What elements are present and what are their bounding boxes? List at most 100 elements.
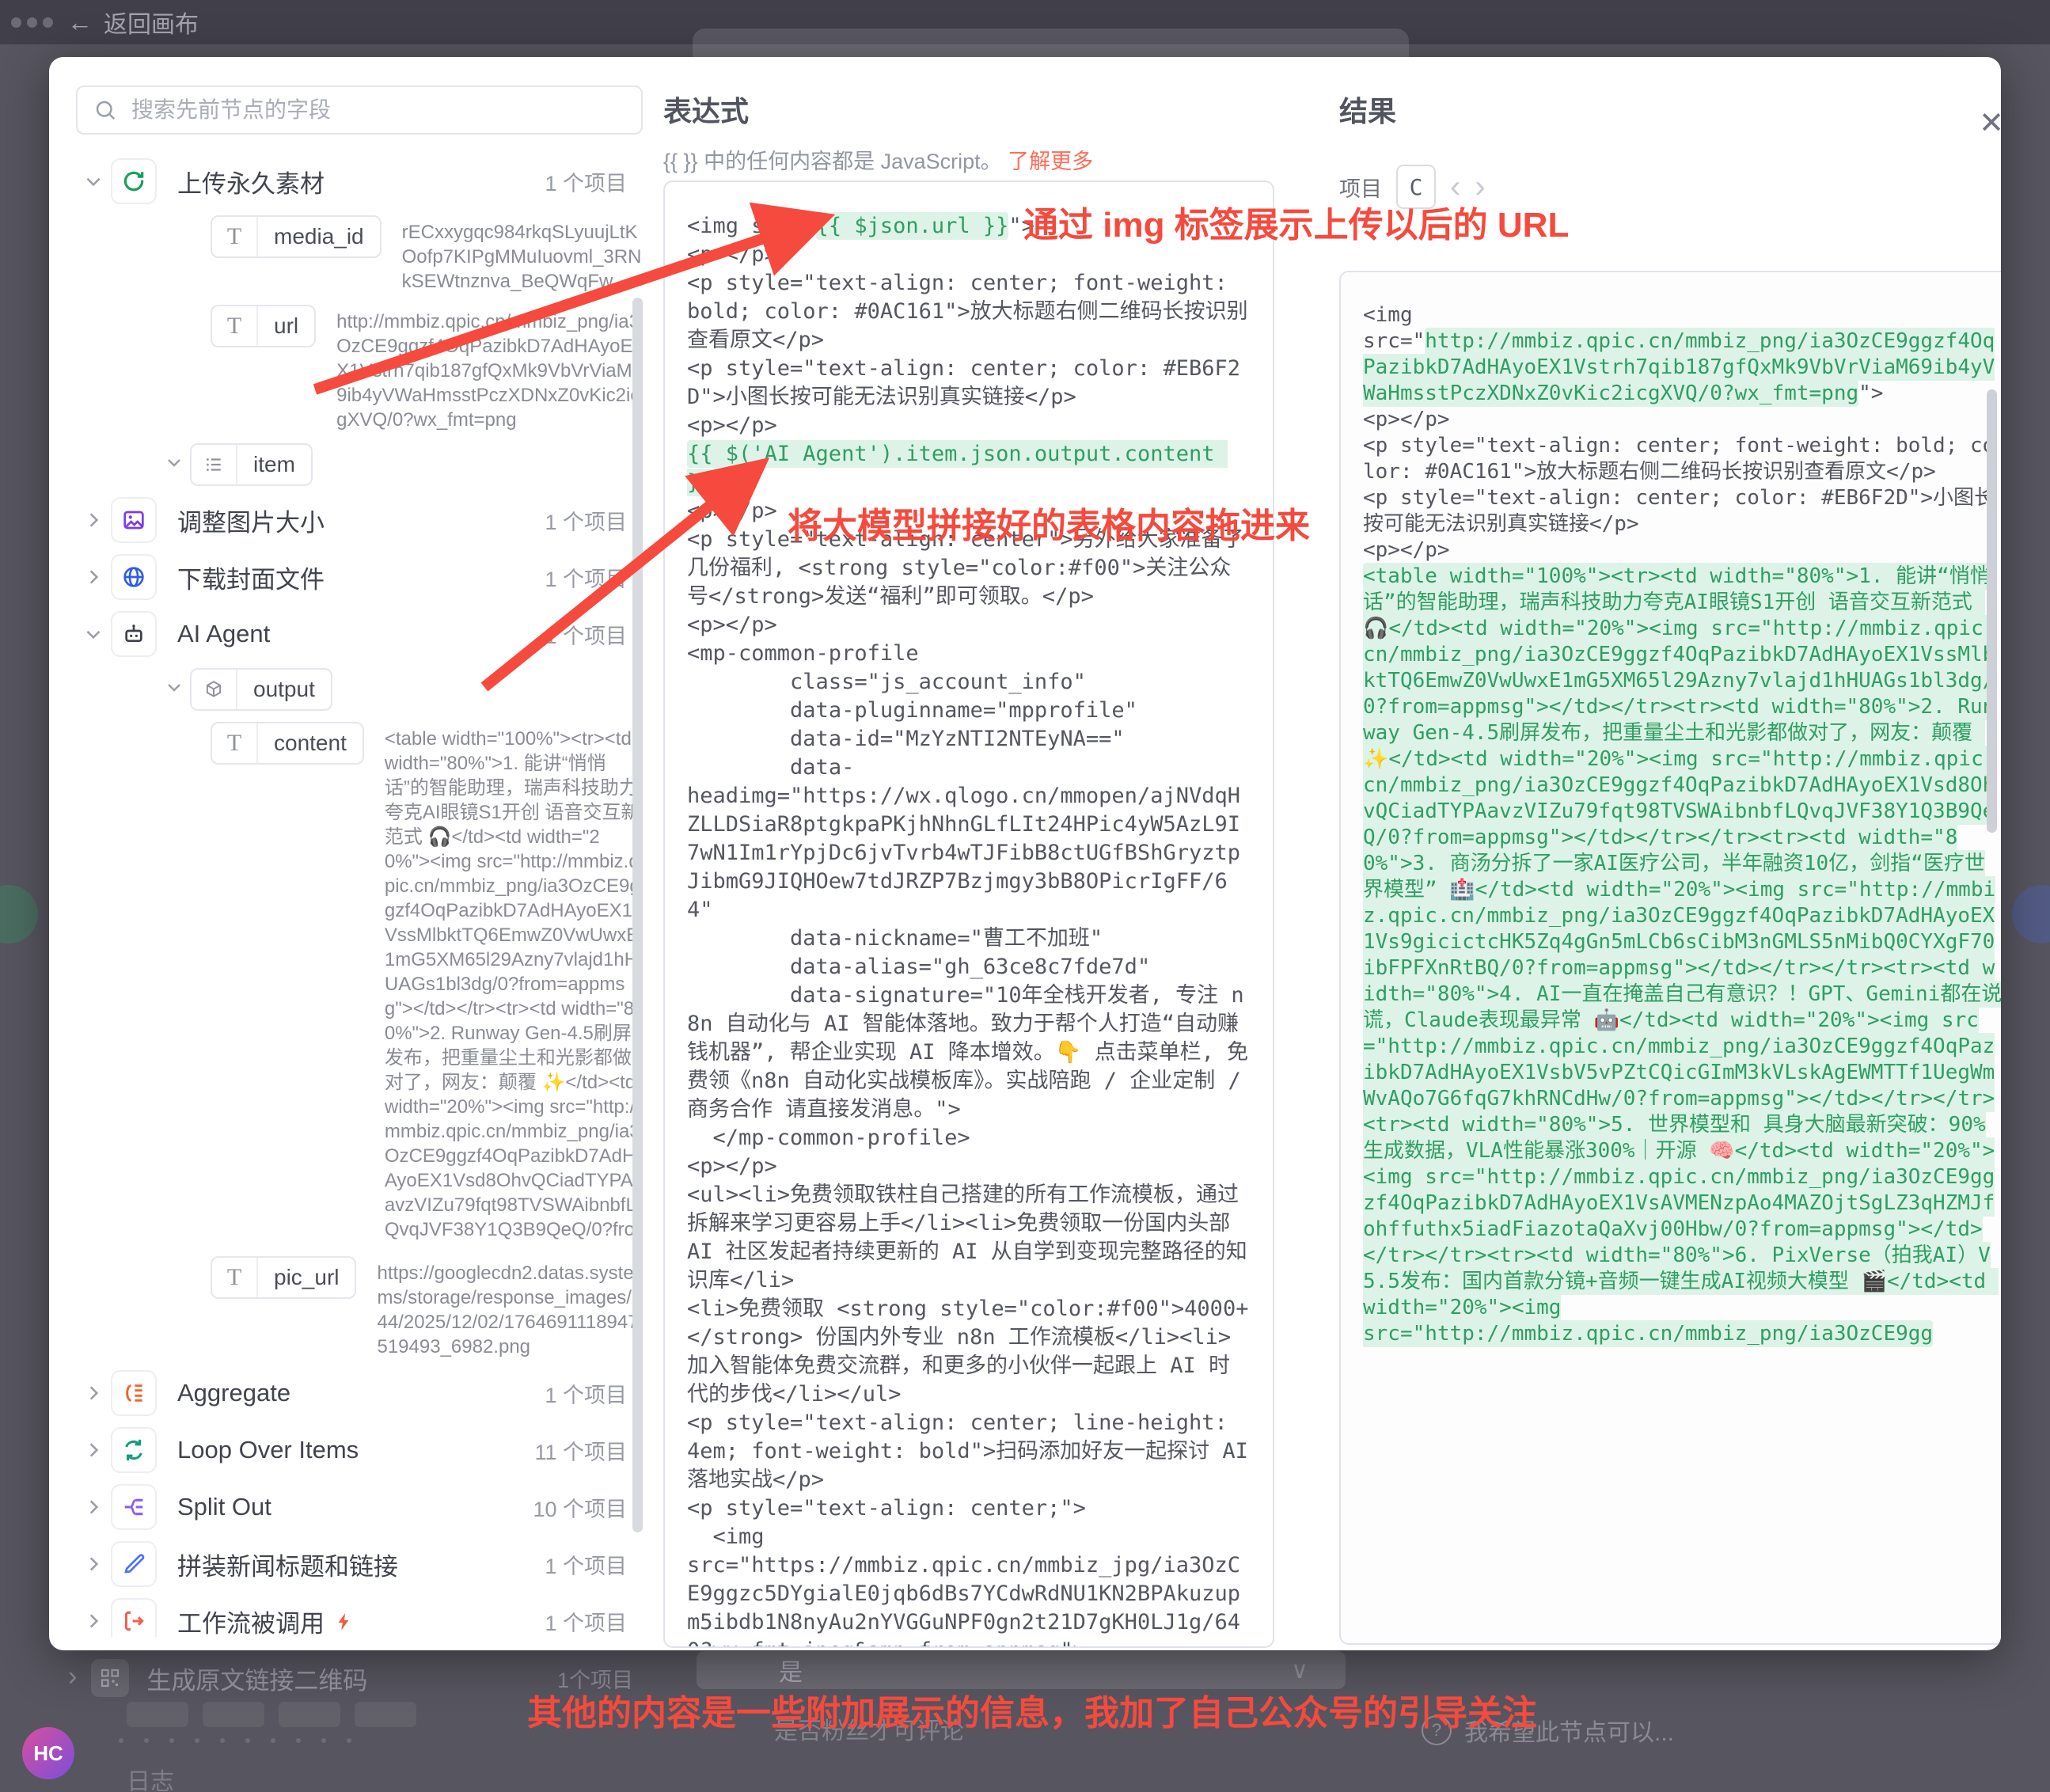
left-scrollbar[interactable]: [632, 298, 643, 1532]
search-box[interactable]: [76, 85, 643, 135]
node-iconbox: [111, 497, 157, 543]
back-arrow-icon: ←: [67, 8, 93, 37]
node-iconbox: [111, 1541, 157, 1587]
tree-node-row[interactable]: 下载封面文件 1 个项目: [76, 554, 643, 600]
dim-canvas-node: [355, 1702, 416, 1727]
logs-label: 日志: [127, 1762, 174, 1792]
field-pill[interactable]: Tcontent: [211, 722, 364, 765]
search-icon: [93, 98, 117, 122]
back-to-canvas-button[interactable]: ← 返回画布: [67, 5, 199, 40]
tree-field-row[interactable]: item: [76, 443, 643, 486]
tree-node-row[interactable]: Loop Over Items 11 个项目: [76, 1427, 643, 1473]
node-chevron[interactable]: [76, 171, 111, 192]
code-text: "> <p></p> <p style="text-align: center;…: [1363, 382, 1995, 562]
canvas-node-globe-icon: [2012, 885, 2050, 943]
text-type-icon: T: [227, 313, 241, 340]
field-name: content: [258, 731, 363, 756]
node-iconbox: [111, 1598, 157, 1637]
code-text: <p></p> <p style="text-align: center">另外…: [687, 499, 1261, 1648]
chevron-down-icon: [165, 678, 184, 697]
field-chevron[interactable]: [158, 678, 190, 697]
code-text: "> <p></p> <p style="text-align: center;…: [687, 214, 1248, 438]
field-pill[interactable]: item: [190, 443, 313, 486]
tree-field-row[interactable]: Tcontent <table width="100%"><tr><td widt…: [76, 722, 643, 1245]
expression-editor[interactable]: <img src="{{ $json.url }}"> <p></p> <p s…: [663, 180, 1274, 1648]
node-chevron[interactable]: [76, 1554, 111, 1574]
item-count: 1 个项目: [545, 1378, 627, 1409]
tree-field-row[interactable]: Tmedia_idrECxxygqc984rkqSLyuujLtKOofp7KI…: [76, 215, 643, 294]
text-type-icon: T: [227, 730, 241, 757]
highlighted-expression: <table width="100%"><tr><td width="80%">…: [1363, 563, 2001, 1347]
field-pill[interactable]: Turl: [211, 305, 316, 347]
node-label: 下载封面文件: [177, 560, 325, 595]
dim-connection-dots: [119, 1738, 351, 1743]
chevron-right-icon: [83, 510, 104, 530]
comment-permission-select[interactable]: 是 ∨: [697, 1651, 1346, 1689]
node-chevron[interactable]: [76, 624, 111, 644]
app-root: ← 返回画布 › 生成原文链接二维码 1个项目 是 ∨ 是否粉丝才可评论 ? 我…: [0, 0, 2050, 1792]
text-type-icon: T: [227, 1264, 241, 1291]
node-label: Loop Over Items: [177, 1436, 359, 1464]
item-count: 1 个项目: [545, 562, 627, 593]
tree-node-row[interactable]: 上传永久素材1 个项目: [76, 158, 643, 204]
n8n-logo-icon: [11, 17, 53, 28]
loop-teal-icon: [121, 1437, 146, 1463]
tree-field-row[interactable]: Tpic_urlhttps://googlecdn2.datas.systems…: [76, 1256, 643, 1359]
search-input[interactable]: [130, 97, 576, 123]
tree-node-row[interactable]: AI Agent1 个项目: [76, 611, 643, 657]
node-chevron[interactable]: [76, 510, 111, 530]
robot-dark-icon: [121, 621, 146, 647]
expression-panel: 表达式 {{ }} 中的任何内容都是 JavaScript。 了解更多 <img…: [663, 89, 1274, 1648]
tree-node-row[interactable]: Aggregate1 个项目: [76, 1370, 643, 1416]
item-count: 1 个项目: [545, 505, 627, 536]
node-chevron[interactable]: [76, 1440, 111, 1460]
node-chevron[interactable]: [76, 1611, 111, 1631]
tree-field-row[interactable]: Turlhttp://mmbiz.qpic.cn/mmbiz_png/ia3Oz…: [76, 305, 643, 432]
node-chevron[interactable]: [76, 1497, 111, 1517]
chevron-right-icon: [83, 1611, 104, 1631]
tree-node-row[interactable]: 拼装新闻标题和链接1 个项目: [76, 1541, 643, 1587]
node-iconbox: [111, 1427, 157, 1473]
result-title: 结果: [1339, 89, 2001, 130]
result-panel: 结果 ✕ 项目 C ‹ › <img src="http://mmbiz.qpi…: [1339, 89, 2001, 1648]
result-scrollbar[interactable]: [1987, 389, 1997, 833]
annotation-note-1: 通过 img 标签展示上传以后的 URL: [1023, 196, 1569, 247]
tree-field-row[interactable]: output: [76, 668, 643, 711]
item-count: 11 个项目: [534, 1435, 627, 1466]
field-pill[interactable]: output: [190, 668, 332, 711]
avatar[interactable]: HC: [22, 1727, 74, 1779]
node-label: 拼装新闻标题和链接: [177, 1547, 398, 1582]
field-pill[interactable]: Tmedia_id: [211, 215, 382, 258]
code-text: <img src=": [687, 214, 816, 238]
chevron-right-icon: [83, 567, 104, 587]
field-chevron[interactable]: [158, 453, 190, 472]
node-iconbox: [111, 611, 157, 657]
node-chevron[interactable]: [76, 567, 111, 587]
previous-nodes-panel: 上传永久素材1 个项目Tmedia_idrECxxygqc984rkqSLyuu…: [76, 85, 643, 1637]
field-pill[interactable]: Tpic_url: [211, 1256, 356, 1299]
list-gray-icon: [203, 454, 224, 475]
split-violet-icon: [121, 1494, 146, 1520]
globe-blue-icon: [121, 564, 146, 590]
tree-node-row[interactable]: 工作流被调用1 个项目: [76, 1598, 643, 1637]
chevron-right-icon: [83, 1383, 104, 1403]
tree-node-row[interactable]: Split Out10 个项目: [76, 1484, 643, 1530]
close-icon[interactable]: ✕: [1974, 104, 2001, 142]
field-value: <table width="100%"><tr><td width="80%">…: [385, 722, 643, 1245]
node-label: 上传永久素材: [177, 164, 325, 199]
annotation-note-3: 其他的内容是一些附加展示的信息，我加了自己公众号的引导关注: [527, 1684, 1537, 1735]
chevron-down-icon: [83, 624, 104, 644]
chevron-down-icon: ∨: [1282, 1657, 1317, 1684]
node-chevron[interactable]: [76, 1383, 111, 1403]
chevron-right-icon: ›: [68, 1661, 77, 1692]
code-text: <img src=": [1363, 303, 1425, 353]
subtitle-text: {{ }} 中的任何内容都是 JavaScript。: [663, 150, 1002, 173]
learn-more-link[interactable]: 了解更多: [1008, 150, 1093, 173]
chevron-down-icon: [165, 453, 184, 472]
field-name: media_id: [258, 224, 380, 249]
node-label: 生成原文链接二维码: [146, 1661, 367, 1696]
dim-canvas-node: [203, 1702, 264, 1727]
expression-subtitle: {{ }} 中的任何内容都是 JavaScript。 了解更多: [663, 144, 1274, 175]
tree-node-row[interactable]: 调整图片大小1 个项目: [76, 497, 643, 543]
item-count: 1 个项目: [545, 1606, 627, 1637]
